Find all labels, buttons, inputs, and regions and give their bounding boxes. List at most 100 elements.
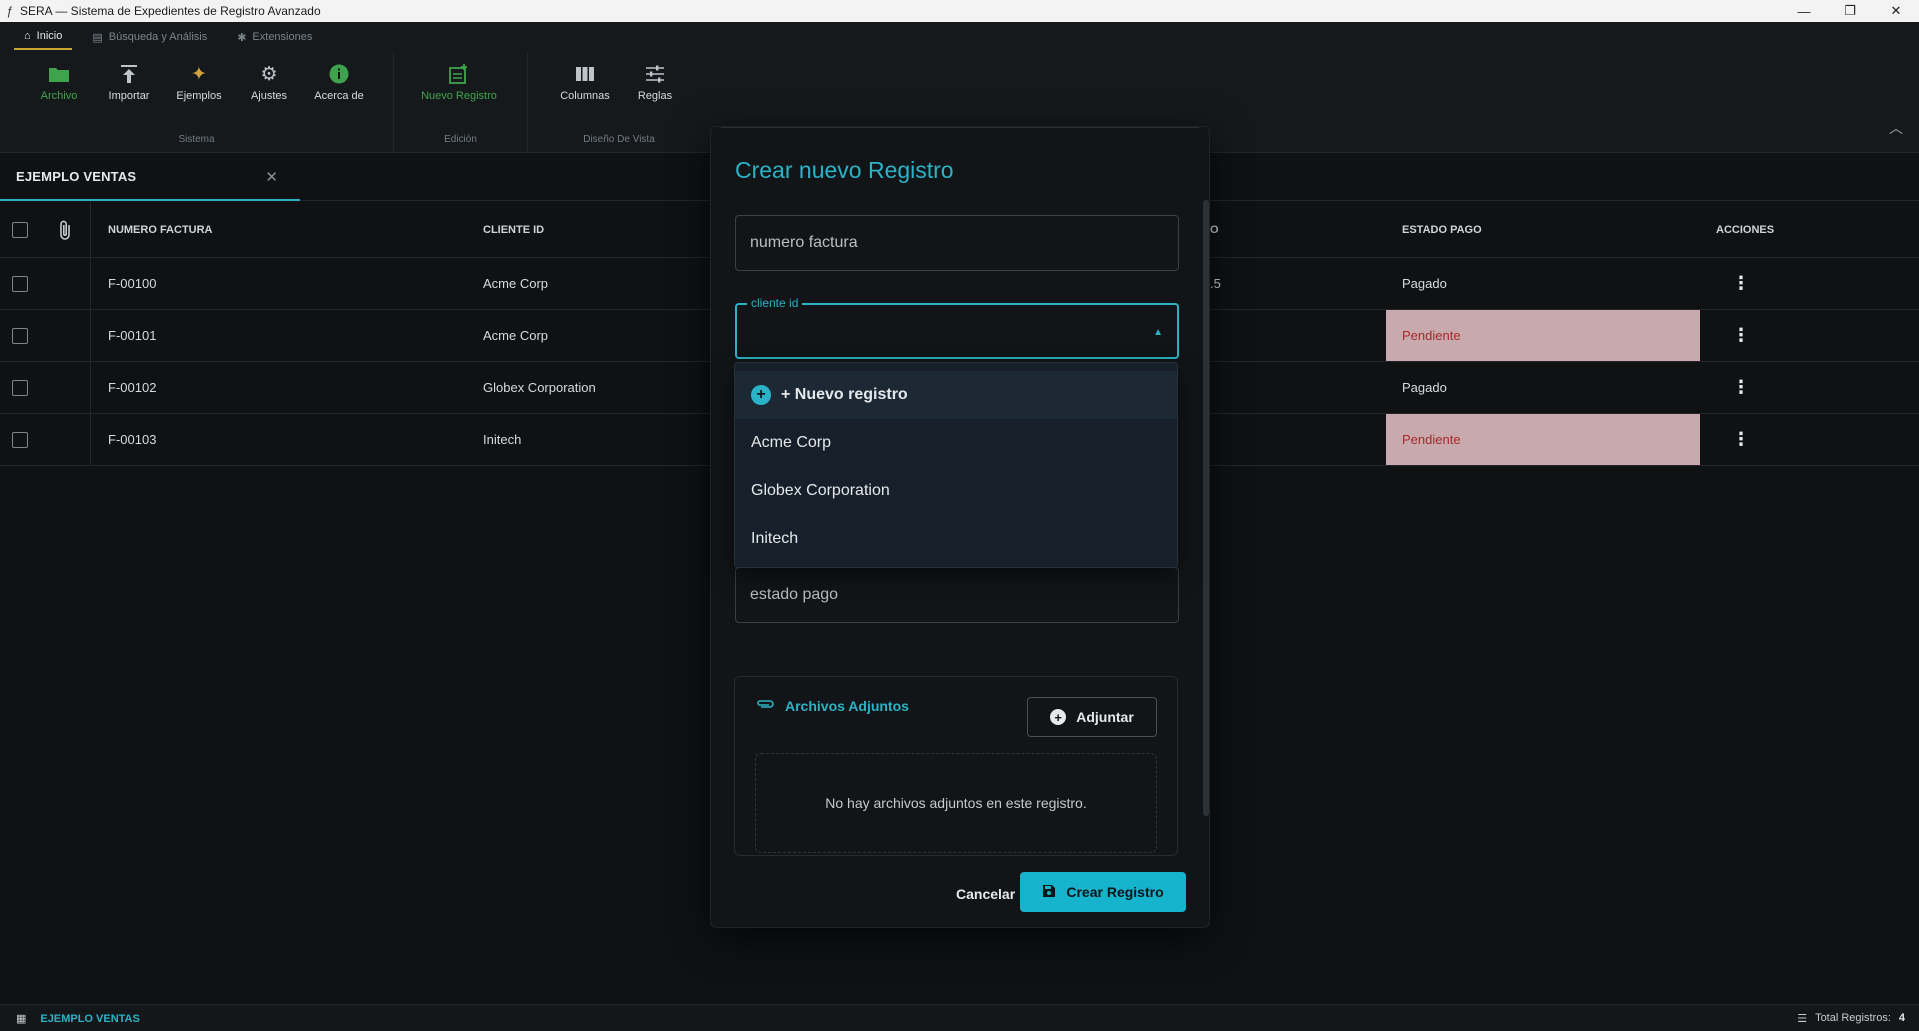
upload-icon bbox=[117, 62, 141, 86]
grid-icon: ▦ bbox=[16, 1013, 27, 1025]
cell-partial: .5 bbox=[1210, 276, 1221, 291]
select-all-checkbox[interactable] bbox=[12, 202, 28, 257]
new-record-label: + Nuevo registro bbox=[781, 386, 908, 403]
row-actions-icon[interactable]: ⋮ bbox=[1732, 258, 1750, 309]
window-controls: — ❐ ✕ bbox=[1781, 0, 1919, 22]
row-actions-icon[interactable]: ⋮ bbox=[1732, 310, 1750, 361]
home-icon: ⌂ bbox=[24, 30, 31, 42]
group-label: Sistema bbox=[178, 134, 215, 145]
tab-extensiones[interactable]: ✱ Extensiones bbox=[227, 25, 322, 50]
attachments-title: Archivos Adjuntos bbox=[785, 698, 909, 714]
cell-estado-pago: Pendiente bbox=[1386, 414, 1700, 465]
header-partial[interactable]: O bbox=[1210, 202, 1219, 257]
add-circle-icon: + bbox=[1050, 709, 1067, 725]
ribbon-item-label: Nuevo Registro bbox=[421, 90, 497, 102]
tab-label: Inicio bbox=[36, 30, 63, 42]
group-edicion: Nuevo Registro Edición bbox=[394, 52, 528, 153]
add-record-icon bbox=[447, 62, 471, 86]
option-acme-corp[interactable]: Acme Corp bbox=[735, 419, 1177, 467]
dialog-scrollbar[interactable] bbox=[1203, 200, 1209, 816]
ribbon-tabs: ⌂ Inicio ▤ Búsqueda y Análisis ✱ Extensi… bbox=[0, 22, 1919, 52]
close-tab-icon[interactable]: ✕ bbox=[265, 168, 278, 186]
cliente-id-dropdown: + + Nuevo registro Acme Corp Globex Corp… bbox=[734, 362, 1178, 568]
ribbon-item-label: Archivo bbox=[40, 90, 78, 102]
cell-numero-factura: F-00101 bbox=[108, 328, 157, 343]
cell-cliente-id: Acme Corp bbox=[483, 276, 549, 291]
info-icon bbox=[327, 62, 351, 86]
dialog-title: Crear nuevo Registro bbox=[735, 157, 954, 183]
row-actions-icon[interactable]: ⋮ bbox=[1732, 414, 1750, 465]
column-divider bbox=[90, 310, 91, 361]
tab-busqueda[interactable]: ▤ Búsqueda y Análisis bbox=[82, 25, 217, 50]
adjuntar-button[interactable]: + Adjuntar bbox=[1027, 697, 1157, 737]
cell-cliente-id: Globex Corporation bbox=[483, 380, 596, 395]
maximize-button[interactable]: ❐ bbox=[1827, 0, 1873, 22]
ribbon-item-label: Ejemplos bbox=[176, 90, 222, 102]
header-numero-factura[interactable]: NUMERO FACTURA bbox=[108, 202, 213, 257]
column-divider bbox=[90, 202, 91, 257]
doc-tab-label: EJEMPLO VENTAS bbox=[16, 169, 137, 184]
save-icon bbox=[1042, 884, 1056, 901]
row-actions-icon[interactable]: ⋮ bbox=[1732, 362, 1750, 413]
row-checkbox[interactable] bbox=[12, 310, 28, 361]
cliente-id-select[interactable]: cliente id ▲ bbox=[735, 296, 1179, 359]
numero-factura-field[interactable]: numero factura bbox=[735, 215, 1179, 271]
group-label: Diseño De Vista bbox=[583, 134, 655, 145]
tab-inicio[interactable]: ⌂ Inicio bbox=[14, 24, 73, 50]
status-tab-label: EJEMPLO VENTAS bbox=[40, 1012, 140, 1025]
table-icon: ▤ bbox=[92, 31, 103, 44]
collapse-ribbon-icon[interactable]: ︿ bbox=[1889, 118, 1903, 138]
columnas-button[interactable]: Columnas bbox=[554, 56, 616, 102]
ribbon-item-label: Ajustes bbox=[250, 90, 288, 102]
total-records-value: 4 bbox=[1898, 1012, 1905, 1024]
attachments-panel: Archivos Adjuntos + Adjuntar No hay arch… bbox=[734, 676, 1178, 856]
sliders-icon bbox=[643, 62, 667, 86]
header-cliente-id[interactable]: CLIENTE ID bbox=[483, 202, 544, 257]
app-icon: ƒ bbox=[6, 4, 14, 18]
group-sistema: Archivo Importar ✦ Ejemplos ⚙ Ajustes Ac… bbox=[0, 52, 394, 153]
estado-pago-placeholder: estado pago bbox=[750, 586, 839, 603]
tab-label: Búsqueda y Análisis bbox=[108, 31, 208, 43]
row-checkbox[interactable] bbox=[12, 414, 28, 465]
cell-cliente-id: Initech bbox=[483, 432, 522, 447]
cell-estado-pago: Pagado bbox=[1402, 380, 1447, 395]
cliente-id-label: cliente id bbox=[747, 296, 803, 310]
acerca-button[interactable]: Acerca de bbox=[308, 56, 370, 102]
empty-message: No hay archivos adjuntos en este registr… bbox=[825, 795, 1087, 811]
attachments-empty-state: No hay archivos adjuntos en este registr… bbox=[755, 753, 1157, 853]
status-left: ▦ EJEMPLO VENTAS bbox=[16, 1012, 140, 1026]
create-record-button[interactable]: Crear Registro bbox=[1020, 872, 1186, 912]
cell-numero-factura: F-00102 bbox=[108, 380, 157, 395]
tab-ejemplo-ventas[interactable]: EJEMPLO VENTAS ✕ bbox=[0, 154, 300, 201]
ribbon-groups: Archivo Importar ✦ Ejemplos ⚙ Ajustes Ac… bbox=[0, 52, 710, 153]
numero-factura-placeholder: numero factura bbox=[750, 234, 858, 251]
nuevo-registro-button[interactable]: Nuevo Registro bbox=[414, 56, 504, 102]
archivo-button[interactable]: Archivo bbox=[28, 56, 90, 102]
ribbon-item-label: Reglas bbox=[637, 90, 673, 102]
ajustes-button[interactable]: ⚙ Ajustes bbox=[238, 56, 300, 103]
app-window: ƒ SERA — Sistema de Expedientes de Regis… bbox=[0, 0, 1919, 1031]
reglas-button[interactable]: Reglas bbox=[624, 56, 686, 102]
cell-estado-pago: Pendiente bbox=[1386, 310, 1700, 361]
minimize-button[interactable]: — bbox=[1781, 0, 1827, 22]
header-estado-pago[interactable]: ESTADO PAGO bbox=[1402, 202, 1482, 257]
paperclip-icon bbox=[58, 202, 72, 257]
option-globex-corporation[interactable]: Globex Corporation bbox=[735, 467, 1177, 515]
option-initech[interactable]: Initech bbox=[735, 515, 1177, 563]
ribbon-item-label: Importar bbox=[108, 90, 150, 102]
ejemplos-button[interactable]: ✦ Ejemplos bbox=[168, 56, 230, 103]
cell-numero-factura: F-00103 bbox=[108, 432, 157, 447]
folder-icon bbox=[47, 62, 71, 86]
row-checkbox[interactable] bbox=[12, 362, 28, 413]
close-window-button[interactable]: ✕ bbox=[1873, 0, 1919, 22]
cancel-button[interactable]: Cancelar bbox=[948, 876, 1023, 912]
header-acciones: ACCIONES bbox=[1716, 223, 1775, 236]
puzzle-icon: ✱ bbox=[237, 31, 247, 44]
ribbon-item-label: Acerca de bbox=[314, 90, 364, 102]
row-checkbox[interactable] bbox=[12, 258, 28, 309]
total-records-label: Total Registros: bbox=[1815, 1012, 1891, 1024]
caret-up-icon[interactable]: ▲ bbox=[1153, 327, 1163, 338]
estado-pago-field[interactable]: estado pago bbox=[735, 567, 1179, 623]
new-record-option[interactable]: + + Nuevo registro bbox=[735, 371, 1177, 419]
importar-button[interactable]: Importar bbox=[98, 56, 160, 102]
